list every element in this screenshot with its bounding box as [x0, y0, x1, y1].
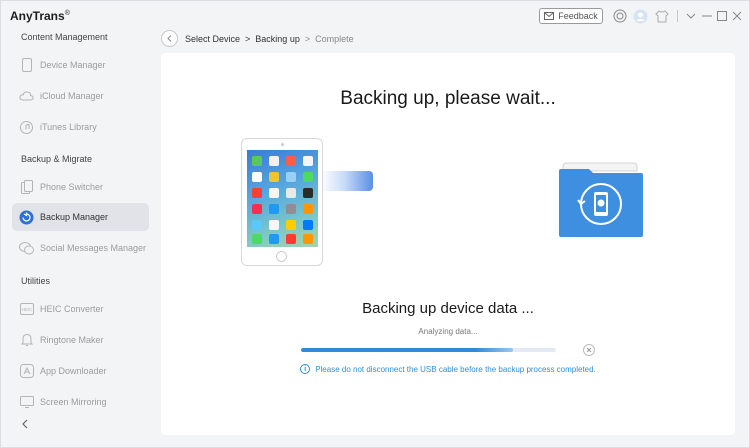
sidebar-item-icloud-manager[interactable]: iCloud Manager [12, 82, 149, 110]
heic-icon: HEIC [19, 302, 34, 317]
collapse-sidebar-chevron-left-icon[interactable] [21, 419, 28, 432]
ipad-device-illustration [241, 138, 323, 266]
sidebar-item-social-messages-manager[interactable]: Social Messages Manager [12, 234, 149, 262]
sidebar-item-device-manager[interactable]: Device Manager [12, 51, 149, 79]
mail-icon [544, 12, 555, 20]
usb-notice: i Please do not disconnect the USB cable… [161, 364, 735, 374]
chevron-left-icon [167, 35, 172, 42]
app-name: AnyTrans [10, 9, 65, 23]
progress-fill [301, 348, 513, 352]
sidebar-item-ringtone-maker[interactable]: Ringtone Maker [12, 326, 149, 354]
sidebar-item-screen-mirroring[interactable]: Screen Mirroring [12, 388, 149, 416]
page-title: Backing up, please wait... [340, 88, 556, 109]
backup-folder-icon [559, 162, 643, 237]
usb-notice-text: Please do not disconnect the USB cable b… [315, 364, 596, 374]
phone-switch-icon [19, 180, 34, 195]
breadcrumb-step-complete: Complete [315, 34, 354, 44]
account-avatar-icon[interactable] [632, 8, 648, 24]
breadcrumb-separator: > [245, 34, 251, 44]
section-title-utilities: Utilities [21, 276, 51, 286]
sidebar-item-label: iCloud Manager [40, 91, 104, 101]
sidebar-item-label: App Downloader [40, 366, 107, 376]
sidebar-item-label: Screen Mirroring [40, 397, 107, 407]
ipad-screen [247, 150, 318, 247]
device-icon [19, 58, 34, 73]
backup-progress-bar [301, 348, 556, 352]
camera-dot [281, 143, 284, 146]
bell-icon [19, 333, 34, 348]
maximize-icon[interactable] [714, 8, 730, 24]
trademark: ® [64, 10, 70, 17]
close-icon [586, 347, 592, 353]
transfer-animation [321, 171, 373, 191]
info-icon: i [300, 364, 311, 374]
cancel-backup-button[interactable] [583, 344, 595, 356]
sidebar-item-phone-switcher[interactable]: Phone Switcher [12, 173, 149, 201]
breadcrumb-step-backing-up: Backing up [255, 34, 300, 44]
sidebar-item-label: Ringtone Maker [40, 335, 104, 345]
breadcrumb: Select Device > Backing up > Complete [185, 34, 354, 44]
app-title: AnyTrans® [10, 9, 70, 23]
breadcrumb-step-select-device: Select Device [185, 34, 241, 44]
sidebar-item-itunes-library[interactable]: iTunes Library [12, 113, 149, 141]
svg-text:HEIC: HEIC [21, 307, 33, 312]
sidebar-item-backup-manager[interactable]: Backup Manager [12, 203, 149, 231]
status-title: Backing up device data ... [362, 300, 534, 317]
status-subtitle: Analyzing data... [418, 327, 478, 336]
backup-progress-panel: Backing up, please wait... Backing up de… [161, 53, 735, 435]
backup-icon [19, 210, 34, 225]
skin-icon[interactable] [654, 8, 670, 24]
close-icon[interactable] [729, 8, 745, 24]
chat-icon [19, 241, 34, 256]
titlebar-divider [677, 10, 678, 22]
app-icon-grid [252, 156, 313, 230]
sidebar-item-label: Phone Switcher [40, 182, 104, 192]
sidebar-item-heic-converter[interactable]: HEIC HEIC Converter [12, 295, 149, 323]
menu-chevron-down-icon[interactable] [683, 8, 699, 24]
support-icon[interactable] [612, 8, 628, 24]
back-button[interactable] [161, 30, 178, 47]
home-button [276, 251, 287, 262]
app-dock [252, 234, 313, 244]
sidebar-item-label: iTunes Library [40, 122, 97, 132]
app-window: AnyTrans® Feedback Content Management De… [0, 0, 750, 448]
sidebar-item-label: Device Manager [40, 60, 106, 70]
sidebar: Content Management Device Manager iCloud… [1, 27, 157, 447]
music-icon [19, 120, 34, 135]
feedback-button[interactable]: Feedback [539, 8, 603, 24]
section-title-backup-migrate: Backup & Migrate [21, 154, 93, 164]
sidebar-item-label: Backup Manager [40, 212, 109, 222]
breadcrumb-separator: > [304, 34, 311, 44]
minimize-icon[interactable] [699, 8, 715, 24]
feedback-label: Feedback [558, 11, 598, 21]
sidebar-item-label: Social Messages Manager [40, 243, 147, 253]
cloud-icon [19, 89, 34, 104]
section-title-content-management: Content Management [21, 32, 108, 42]
mirror-icon [19, 395, 34, 410]
sidebar-item-label: HEIC Converter [40, 304, 104, 314]
sidebar-item-app-downloader[interactable]: App Downloader [12, 357, 149, 385]
app-store-icon [19, 364, 34, 379]
